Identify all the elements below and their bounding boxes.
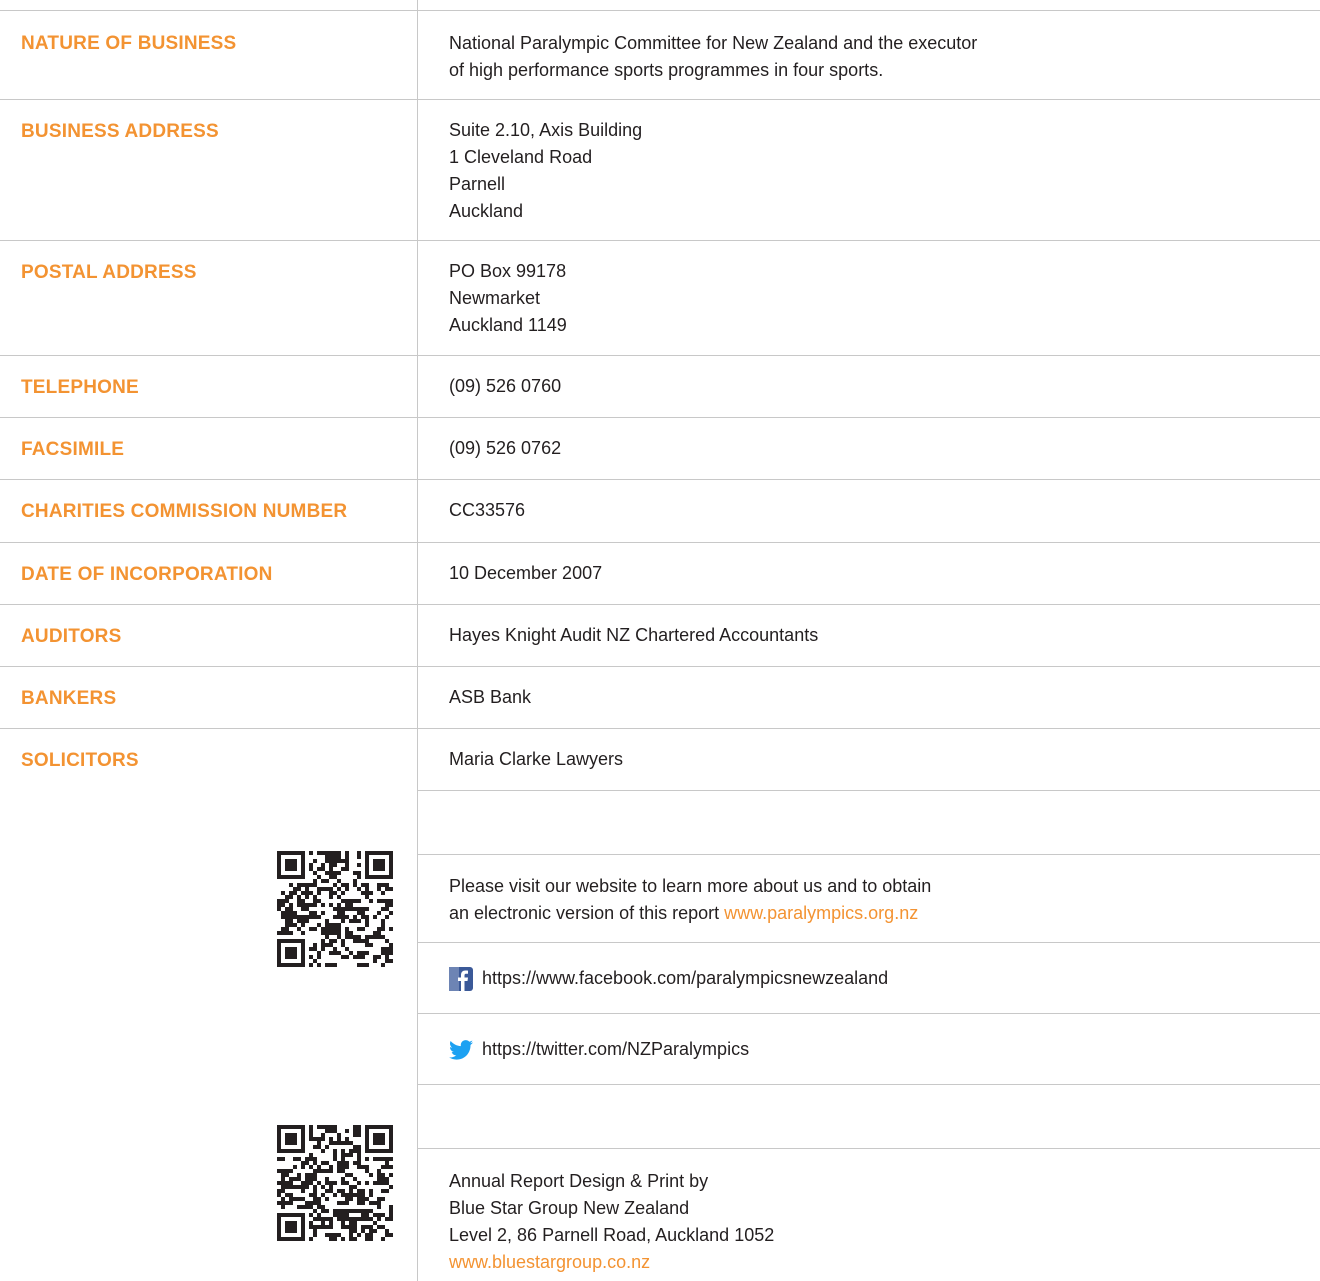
value-line: (09) 526 0762 xyxy=(449,438,562,458)
qr-finder-pattern xyxy=(277,1213,305,1241)
row-label: FACSIMILE xyxy=(21,439,125,460)
row-value: ASB Bank xyxy=(449,684,531,711)
facebook-url[interactable]: https://www.facebook.com/paralympicsnewz… xyxy=(482,965,888,992)
value-line: (09) 526 0760 xyxy=(449,376,562,396)
row-label: POSTAL ADDRESS xyxy=(21,262,197,283)
twitter-link-row: https://twitter.com/NZParalympics xyxy=(449,1036,749,1063)
qr-finder-pattern xyxy=(277,939,305,967)
facebook-icon xyxy=(449,966,473,991)
row-value: (09) 526 0762 xyxy=(449,435,561,462)
row-value: Suite 2.10, Axis Building 1 Cleveland Ro… xyxy=(449,117,642,225)
row-value: (09) 526 0760 xyxy=(449,373,561,400)
qr-finder-pattern xyxy=(365,851,393,879)
value-line: 10 December 2007 xyxy=(449,563,603,583)
credits-line: Annual Report Design & Print by xyxy=(449,1171,709,1191)
facebook-link-row: https://www.facebook.com/paralympicsnewz… xyxy=(449,965,888,992)
value-line: of high performance sports programmes in… xyxy=(449,60,884,80)
credits-line: Blue Star Group New Zealand xyxy=(449,1198,690,1218)
value-line: Maria Clarke Lawyers xyxy=(449,749,624,769)
empty-row xyxy=(0,790,1320,854)
twitter-row: https://twitter.com/NZParalympics xyxy=(0,1013,1320,1084)
info-row-auditors: AUDITORS Hayes Knight Audit NZ Chartered… xyxy=(0,604,1320,666)
row-value: National Paralympic Committee for New Ze… xyxy=(449,30,977,84)
row-label: BUSINESS ADDRESS xyxy=(21,121,219,142)
qr-code-icon xyxy=(277,1125,393,1241)
value-line: Auckland xyxy=(449,201,524,221)
row-value: PO Box 99178 Newmarket Auckland 1149 xyxy=(449,258,567,339)
row-label: SOLICITORS xyxy=(21,750,139,771)
info-row-facsimile: FACSIMILE (09) 526 0762 xyxy=(0,417,1320,479)
value-line: Hayes Knight Audit NZ Chartered Accounta… xyxy=(449,625,819,645)
value-line: Auckland 1149 xyxy=(449,315,567,335)
value-line: CC33576 xyxy=(449,500,526,520)
row-label: DATE OF INCORPORATION xyxy=(21,564,273,585)
credits-text: Annual Report Design & Print by Blue Sta… xyxy=(449,1168,774,1276)
value-line: ASB Bank xyxy=(449,687,532,707)
value-line: Parnell xyxy=(449,174,506,194)
website-qr-code xyxy=(277,851,393,967)
bluestar-qr-code xyxy=(277,1125,393,1241)
row-value: Maria Clarke Lawyers xyxy=(449,746,623,773)
website-row: Please visit our website to learn more a… xyxy=(0,854,1320,942)
info-row-bankers: BANKERS ASB Bank xyxy=(0,666,1320,728)
info-row-telephone: TELEPHONE (09) 526 0760 xyxy=(0,355,1320,417)
website-line: an electronic version of this report www… xyxy=(449,900,931,927)
info-row-solicitors: SOLICITORS Maria Clarke Lawyers xyxy=(0,728,1320,790)
facebook-row: https://www.facebook.com/paralympicsnewz… xyxy=(0,942,1320,1013)
info-row-postal-address: POSTAL ADDRESS PO Box 99178 Newmarket Au… xyxy=(0,240,1320,355)
info-row-date-of-incorporation: DATE OF INCORPORATION 10 December 2007 xyxy=(0,542,1320,604)
row-label: CHARITIES COMMISSION NUMBER xyxy=(21,501,348,522)
credits-link[interactable]: www.bluestargroup.co.nz xyxy=(449,1249,774,1276)
value-line: Suite 2.10, Axis Building xyxy=(449,120,643,140)
value-line: National Paralympic Committee for New Ze… xyxy=(449,33,978,53)
value-line: PO Box 99178 xyxy=(449,261,567,281)
website-line-prefix: an electronic version of this report xyxy=(449,903,725,923)
row-label: NATURE OF BUSINESS xyxy=(21,33,237,54)
value-line: 1 Cleveland Road xyxy=(449,147,593,167)
website-link[interactable]: www.paralympics.org.nz xyxy=(724,903,918,923)
info-row-nature-of-business: NATURE OF BUSINESS National Paralympic C… xyxy=(0,10,1320,99)
row-label: TELEPHONE xyxy=(21,377,139,398)
info-row-charities-commission-number: CHARITIES COMMISSION NUMBER CC33576 xyxy=(0,479,1320,542)
website-line: Please visit our website to learn more a… xyxy=(449,876,932,896)
info-row-business-address: BUSINESS ADDRESS Suite 2.10, Axis Buildi… xyxy=(0,99,1320,240)
empty-row xyxy=(0,1084,1320,1148)
qr-finder-pattern xyxy=(277,1125,305,1153)
credits-line: Level 2, 86 Parnell Road, Auckland 1052 xyxy=(449,1225,775,1245)
row-value: 10 December 2007 xyxy=(449,560,602,587)
website-text: Please visit our website to learn more a… xyxy=(449,873,931,927)
qr-code-icon xyxy=(277,851,393,967)
row-value: Hayes Knight Audit NZ Chartered Accounta… xyxy=(449,622,818,649)
row-label: BANKERS xyxy=(21,688,117,709)
twitter-url[interactable]: https://twitter.com/NZParalympics xyxy=(482,1036,749,1063)
qr-finder-pattern xyxy=(365,1125,393,1153)
qr-finder-pattern xyxy=(277,851,305,879)
twitter-icon xyxy=(449,1039,473,1060)
row-label: AUDITORS xyxy=(21,626,122,647)
row-value: CC33576 xyxy=(449,497,525,524)
value-line: Newmarket xyxy=(449,288,541,308)
credits-row: Annual Report Design & Print by Blue Sta… xyxy=(0,1148,1320,1281)
